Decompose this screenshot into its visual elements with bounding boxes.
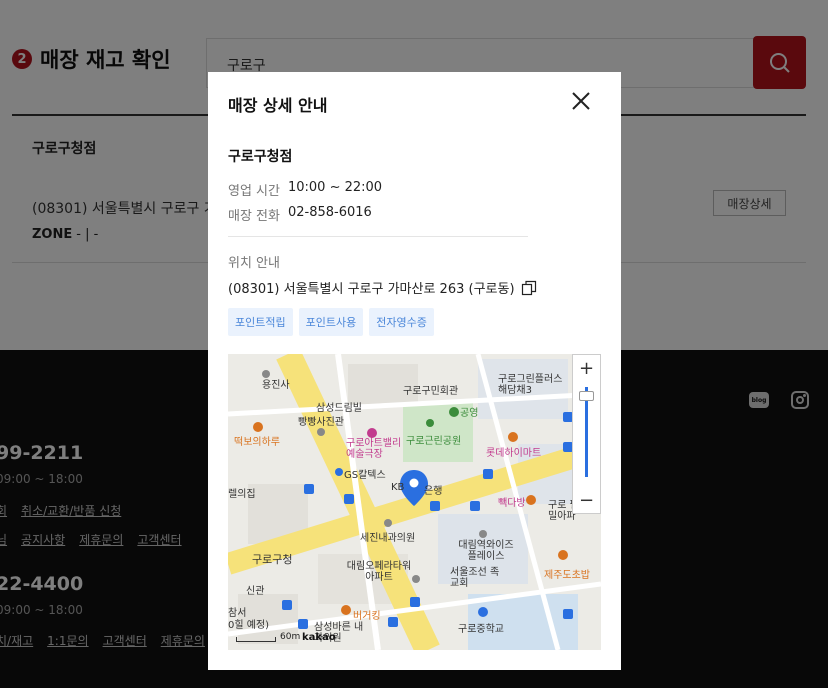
- map-label: 공영: [460, 408, 479, 419]
- phone-label: 매장 전화: [228, 209, 280, 224]
- hours-value: 10:00 ~ 22:00: [287, 180, 383, 195]
- map-label: 용진사: [262, 380, 290, 391]
- map-label: 구로중학교: [458, 624, 504, 635]
- copy-icon[interactable]: [521, 280, 537, 296]
- modal-store-name: 구로구청점: [228, 149, 293, 165]
- store-map[interactable]: 용진사 구로구민회관 구로그린플러스 해담채3 삼성드림빌 빵빵사진관 공영 떡…: [228, 354, 601, 650]
- map-label: 세진내과의원: [360, 533, 416, 544]
- tag-point-use: 포인트사용: [298, 308, 364, 336]
- location-address-row: (08301) 서울특별시 구로구 가마산로 263 (구로동): [228, 278, 537, 297]
- location-address: (08301) 서울특별시 구로구 가마산로 263 (구로동): [228, 282, 515, 297]
- map-label: 구로구민회관: [403, 386, 459, 397]
- tag-point-earn: 포인트적립: [228, 308, 293, 336]
- map-label: 대림역와이즈 플레이스: [458, 540, 514, 562]
- map-scale-bar: 60m: [236, 632, 300, 642]
- map-label: 구로그린플러스 해담채3: [498, 374, 563, 396]
- hours-label: 영업 시간: [228, 184, 280, 199]
- map-label: 제주도초밥: [544, 570, 590, 581]
- map-label: 은행: [424, 486, 443, 497]
- map-label: 버거킹: [353, 611, 381, 622]
- map-label: 빽다방: [498, 498, 526, 509]
- location-label: 위치 안내: [228, 256, 280, 271]
- close-icon: [572, 92, 590, 110]
- map-label: GS칼텍스: [344, 470, 386, 481]
- map-label: KB: [391, 482, 405, 493]
- zoom-slider-handle[interactable]: [579, 391, 594, 401]
- map-label: 렐의집: [228, 489, 256, 500]
- zoom-out-button[interactable]: −: [573, 487, 600, 513]
- map-label: 빵빵사진관: [298, 417, 344, 428]
- tag-e-receipt: 전자영수증: [369, 308, 434, 336]
- hours-row: 영업 시간 10:00 ~ 22:00: [228, 180, 382, 199]
- service-tags: 포인트적립 포인트사용 전자영수증: [228, 308, 434, 336]
- kakao-logo: kakao: [302, 632, 336, 643]
- map-label: 떡보의하루: [234, 437, 280, 448]
- map-label: 참서: [228, 608, 247, 619]
- map-label: 서울조선 족교회: [450, 567, 500, 589]
- phone-row: 매장 전화 02-858-6016: [228, 205, 372, 224]
- map-label: 롯데하이마트: [486, 448, 542, 459]
- store-detail-modal: 매장 상세 안내 구로구청점 영업 시간 10:00 ~ 22:00 매장 전화…: [208, 72, 621, 670]
- info-divider: [228, 236, 528, 237]
- map-background: [228, 354, 601, 650]
- map-label: 대림오페라타워 아파트: [346, 561, 412, 583]
- map-label: 신관: [246, 586, 265, 597]
- modal-title: 매장 상세 안내: [228, 96, 328, 115]
- scale-label: 60m: [280, 632, 301, 642]
- scale-line: [236, 637, 276, 642]
- phone-value: 02-858-6016: [287, 205, 372, 220]
- close-button[interactable]: [570, 90, 592, 112]
- map-label: 삼성드림빌: [316, 403, 362, 414]
- map-zoom-control: + −: [572, 354, 601, 514]
- map-label: 구로구청: [252, 553, 293, 566]
- zoom-in-button[interactable]: +: [573, 355, 600, 381]
- map-label: 구로아트밸리 예술극장: [346, 438, 402, 460]
- map-label: 구로근린공원: [406, 436, 462, 447]
